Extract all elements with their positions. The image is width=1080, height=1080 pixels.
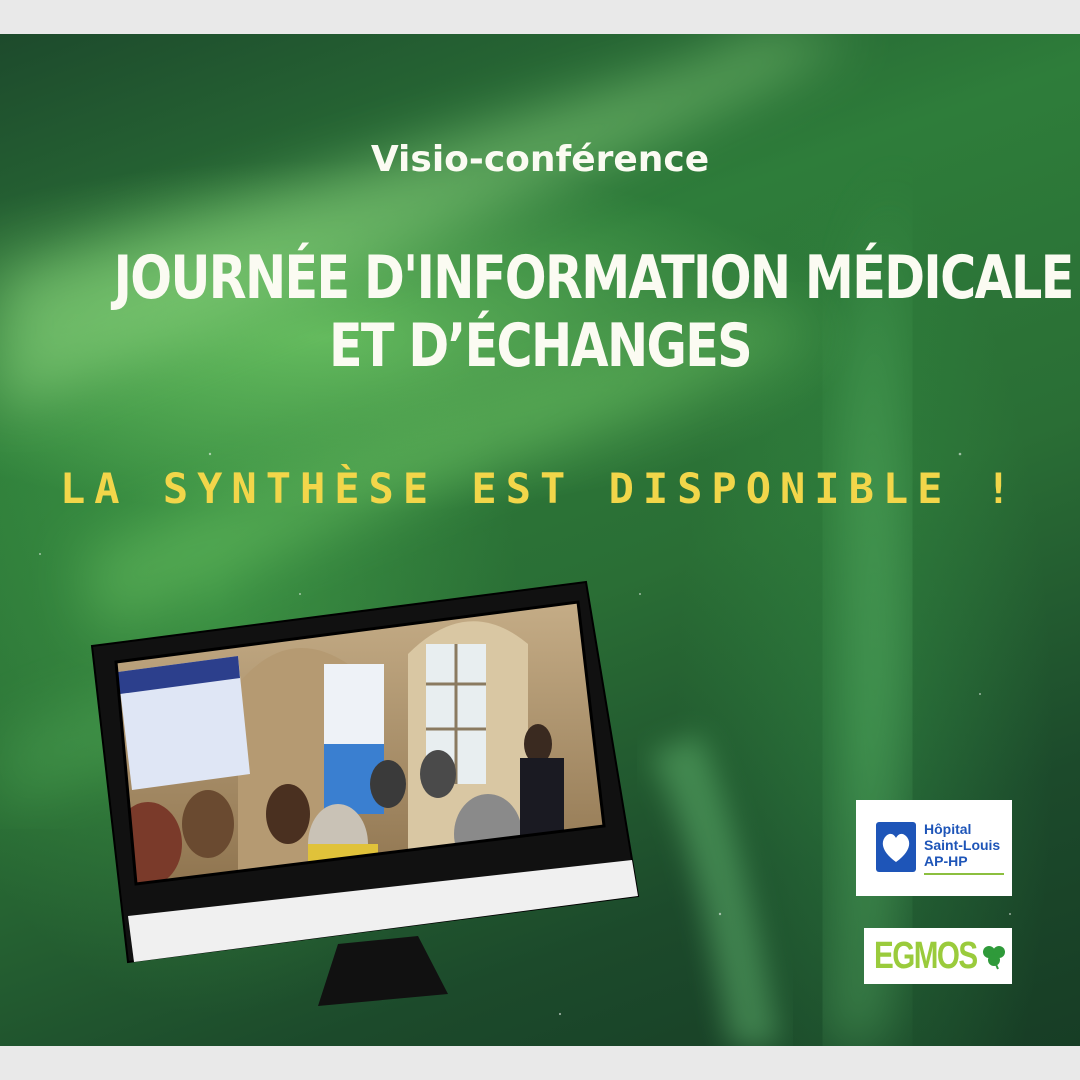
hospital-logo: Hôpital Saint-Louis AP-HP	[856, 800, 1012, 896]
hospital-underline	[924, 873, 1004, 875]
hospital-name-line-3: AP-HP	[924, 853, 968, 869]
hospital-name-line-2: Saint-Louis	[924, 837, 1001, 853]
hospital-name-line-1: Hôpital	[924, 821, 972, 837]
hospital-heart-icon	[876, 822, 916, 872]
monitor-stand	[318, 936, 448, 1006]
tagline: LA SYNTHÈSE EST DISPONIBLE !	[59, 464, 1020, 513]
title-line-2: ET D’ÉCHANGES	[328, 311, 753, 381]
subtitle: Visio-conférence	[370, 139, 710, 180]
egmos-wordmark: EGMOS	[874, 935, 978, 977]
poster: Visio-conférence JOURNÉE D'INFORMATION M…	[0, 34, 1080, 1046]
clover-icon	[983, 946, 1005, 970]
title-line-1: JOURNÉE D'INFORMATION MÉDICALE	[113, 243, 1075, 313]
hospital-name: Hôpital Saint-Louis AP-HP	[924, 821, 1000, 869]
page-frame: Visio-conférence JOURNÉE D'INFORMATION M…	[0, 0, 1080, 1080]
egmos-logo: EGMOS	[864, 928, 1012, 984]
monitor-illustration	[90, 580, 640, 1006]
page-title: JOURNÉE D'INFORMATION MÉDICALE ET D’ÉCHA…	[113, 243, 1075, 381]
